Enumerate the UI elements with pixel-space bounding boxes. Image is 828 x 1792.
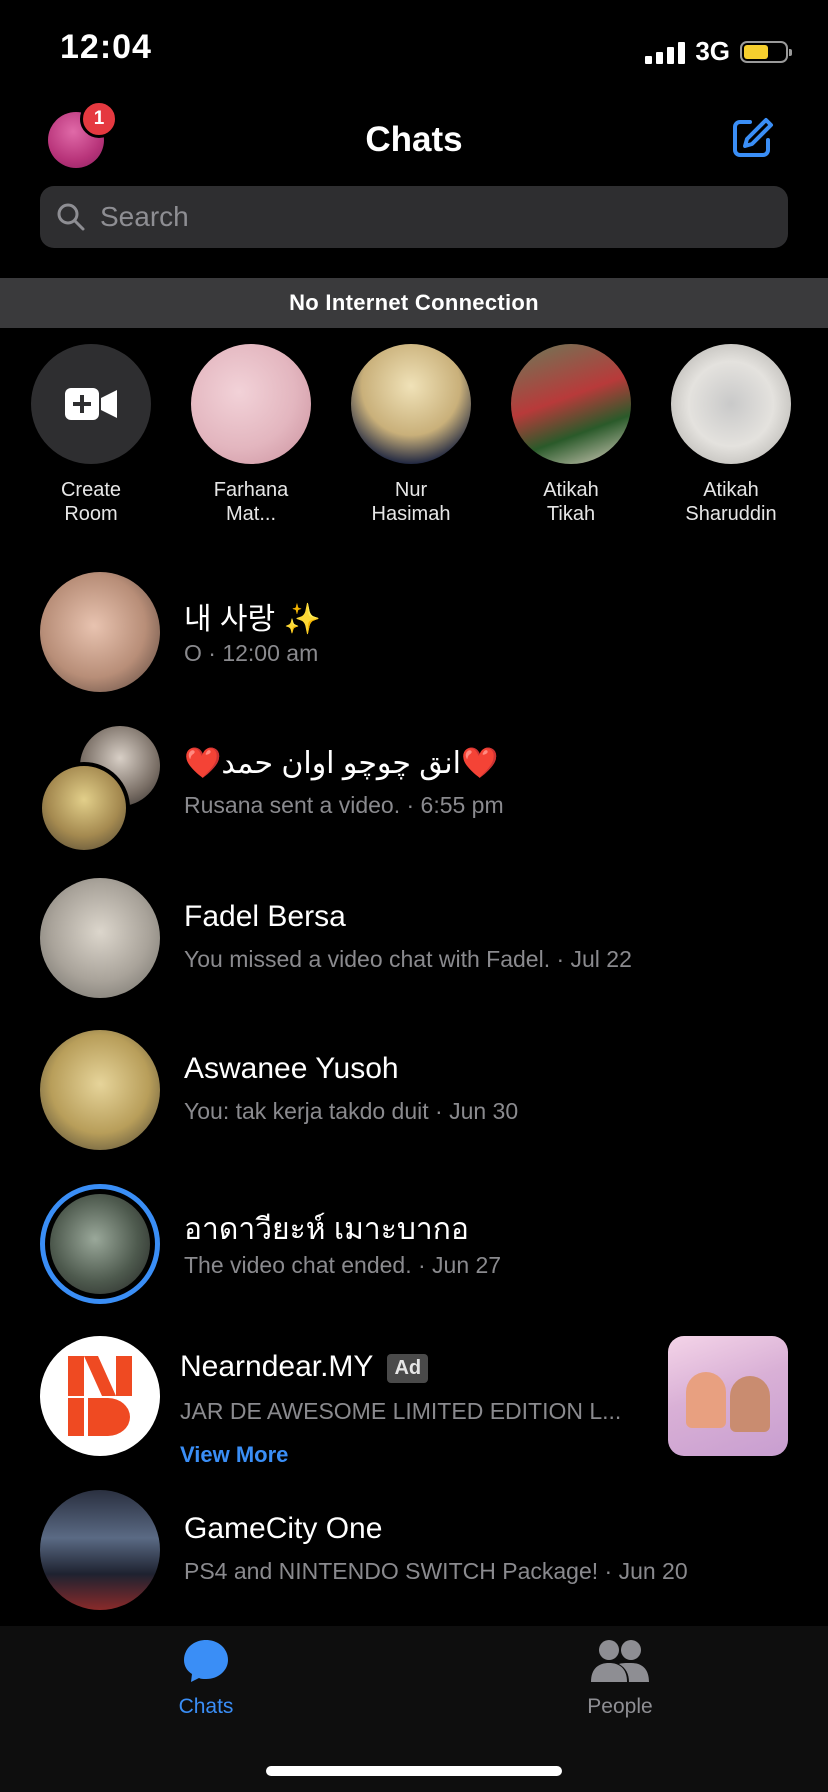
story-item[interactable]: Atikah Tikah [496,344,646,526]
story-label: Mat... [225,503,276,525]
chat-title: 내 사랑 ✨ [184,603,321,636]
chat-subtitle: PS4 and NINTENDO SWITCH Package! · Jun 2… [184,1558,688,1584]
chat-subtitle: You missed a video chat with Fadel. · Ju… [184,946,632,972]
tab-people[interactable]: People [520,1638,720,1719]
tab-chats[interactable]: Chats [106,1638,306,1719]
chat-avatar [40,1030,160,1150]
page-title: Chats [365,120,463,159]
chat-avatar [40,878,160,998]
signal-icon [645,40,686,64]
no-connection-banner: No Internet Connection [0,278,828,328]
search-input[interactable]: Search [100,201,189,233]
view-more-link[interactable]: View More [180,1442,288,1468]
chat-title: Fadel Bersa [184,900,346,933]
chat-avatar-ring [40,1184,160,1304]
chat-avatar [40,1490,160,1610]
chat-title: ❤️انق چوچو اوان حمد❤️ [184,747,499,780]
tab-label: Chats [178,1695,234,1718]
create-room-button[interactable]: Create Room [16,344,166,526]
people-icon [591,1640,649,1682]
brand-logo [40,1336,160,1456]
chat-bubble-icon [184,1640,228,1682]
story-avatar [351,344,471,464]
chat-row[interactable]: GameCity One PS4 and NINTENDO SWITCH Pac… [0,1466,828,1616]
story-avatar [671,344,791,464]
chat-avatar [50,1194,150,1294]
story-avatar [191,344,311,464]
story-label: Create [60,479,122,501]
chat-row[interactable]: ❤️انق چوچو اوان حمد❤️ Rusana sent a vide… [0,700,828,854]
tab-label: People [587,1695,653,1718]
chat-subtitle: The video chat ended. · Jun 27 [184,1252,502,1278]
chat-row[interactable]: Aswanee Yusoh You: tak kerja takdo duit … [0,1006,828,1156]
chat-title: Aswanee Yusoh [184,1052,399,1085]
status-icons: 3G [645,36,792,67]
story-label: Room [64,503,118,525]
story-item[interactable]: Nur Hasimah [336,344,486,526]
network-type: 3G [695,36,730,66]
story-label: Farhana [213,479,289,501]
ad-text: JAR DE AWESOME LIMITED EDITION L... [180,1398,622,1424]
chat-title: GameCity One [184,1512,383,1545]
ad-badge: Ad [387,1353,429,1383]
chat-title: อาดาวียะห์ เมาะบากอ [184,1213,469,1246]
chat-subtitle: You: tak kerja takdo duit · Jun 30 [184,1098,519,1124]
story-item[interactable]: Farhana Mat... [176,344,326,526]
chat-row[interactable]: Fadel Bersa You missed a video chat with… [0,854,828,1004]
chat-subtitle: O · 12:00 am [184,640,319,666]
video-camera-plus-icon [31,344,151,464]
story-avatar [511,344,631,464]
story-label: Hasimah [371,503,451,525]
story-label: Nur [394,479,428,501]
chat-row[interactable]: อาดาวียะห์ เมาะบากอ The video chat ended… [0,1160,828,1310]
story-label: Sharuddin [685,503,777,525]
search-bar[interactable]: Search [40,186,788,248]
advertiser-name: Nearndear.MY [180,1350,374,1383]
compose-icon [733,118,773,157]
ad-thumbnail[interactable] [668,1336,788,1456]
status-time: 12:04 [60,28,152,66]
chat-avatar [40,572,160,692]
chat-subtitle: Rusana sent a video. · 6:55 pm [184,792,504,818]
home-indicator [266,1766,562,1776]
compose-button[interactable] [730,116,774,160]
search-icon [57,203,85,231]
story-label: Atikah [543,479,599,501]
story-label: Atikah [703,479,759,501]
sponsored-row[interactable]: Nearndear.MY Ad JAR DE AWESOME LIMITED ED… [0,1312,828,1467]
story-item[interactable]: Atikah Sharuddin [656,344,806,526]
chat-row[interactable]: 내 사랑 ✨ O · 12:00 am [0,548,828,698]
story-label: Tikah [546,503,596,525]
group-avatar-front [38,762,130,854]
battery-icon [740,40,792,63]
